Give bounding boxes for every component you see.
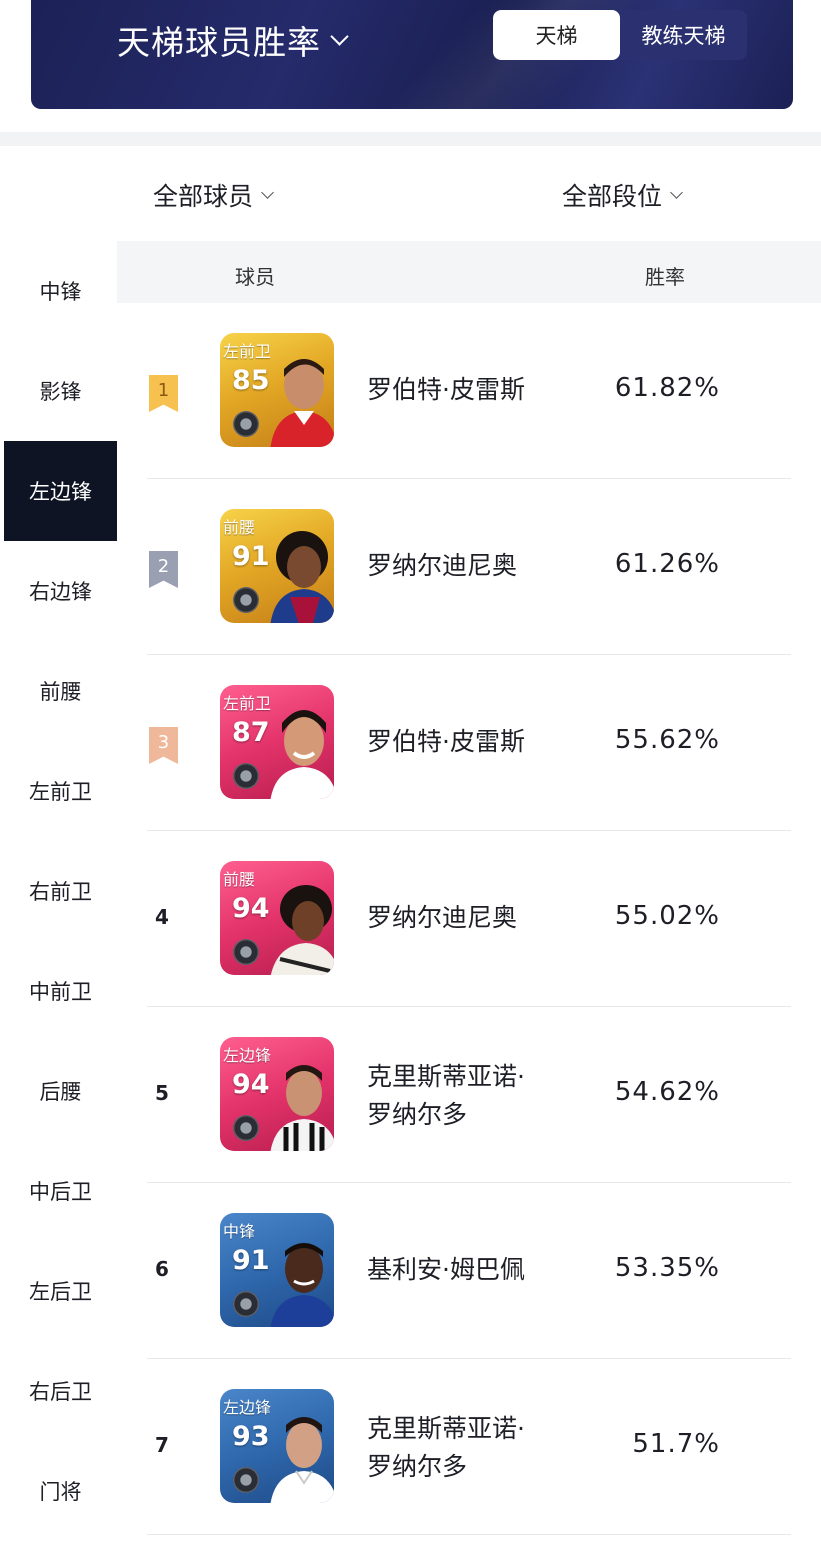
coin-icon: [233, 587, 259, 613]
player-name: 罗纳尔迪尼奥: [367, 899, 517, 937]
card-position: 前腰: [223, 870, 256, 889]
player-name: 克里斯蒂亚诺· 罗纳尔多: [367, 1058, 525, 1134]
rank-number: 6: [155, 1257, 169, 1281]
rank-badge-silver: 2: [149, 551, 178, 588]
sidebar-item-lb[interactable]: 左后卫: [4, 1241, 117, 1341]
rank-badge-gold: 1: [149, 375, 178, 412]
player-portrait: [270, 1417, 334, 1503]
sidebar-item-ss[interactable]: 影锋: [4, 341, 117, 441]
position-sidebar: 中锋 影锋 左边锋 右边锋 前腰 左前卫 右前卫 中前卫 后腰 中后卫 左后卫 …: [4, 241, 117, 1546]
chevron-down-icon: [261, 185, 274, 199]
win-rate: 54.62%: [614, 1077, 720, 1107]
sidebar-item-cb[interactable]: 中后卫: [4, 1141, 117, 1241]
player-portrait: [270, 710, 334, 799]
win-rate: 61.26%: [614, 549, 720, 579]
player-name-line: 罗伯特·皮雷斯: [367, 375, 525, 404]
table-row[interactable]: 7 左边锋 93 克里斯蒂亚诺· 罗纳尔多 51.7%: [147, 1359, 791, 1535]
player-card: 左前卫 87: [220, 685, 334, 799]
player-name-line: 克里斯蒂亚诺·: [367, 1414, 525, 1443]
ladder-segmented-control: 天梯 教练天梯: [493, 10, 747, 60]
table-row[interactable]: 3 左前卫 87 罗伯特·皮雷斯 55.62%: [147, 655, 791, 831]
player-name-line: 罗纳尔迪尼奥: [367, 551, 518, 580]
coin-icon: [233, 939, 259, 965]
card-position: 中锋: [223, 1222, 256, 1241]
sidebar-item-rwf[interactable]: 右边锋: [4, 541, 117, 641]
player-name-line: 克里斯蒂亚诺·: [367, 1062, 525, 1091]
win-rate: 55.62%: [614, 725, 720, 755]
win-rate: 61.82%: [614, 373, 720, 403]
player-portrait: [270, 1065, 334, 1151]
player-card: 前腰 94: [220, 861, 334, 975]
rank-number: 7: [155, 1433, 169, 1457]
sidebar-item-cf[interactable]: 中锋: [4, 241, 117, 341]
sidebar-item-dmf[interactable]: 后腰: [4, 1041, 117, 1141]
player-card: 左前卫 85: [220, 333, 334, 447]
player-name-line: 罗纳尔多: [367, 1452, 468, 1481]
player-card: 前腰 91: [220, 509, 334, 623]
table-row[interactable]: 2 前腰 91 罗纳尔迪尼奥 61.26%: [147, 479, 791, 655]
column-header-win-rate: 胜率: [645, 265, 685, 289]
table-row[interactable]: 4 前腰 94 罗纳尔迪尼奥 55.02%: [147, 831, 791, 1007]
section-divider: [0, 132, 821, 146]
player-name: 罗纳尔迪尼奥: [367, 547, 517, 585]
coin-icon: [233, 1115, 259, 1141]
player-portrait: [270, 359, 334, 447]
sidebar-item-rmf[interactable]: 右前卫: [4, 841, 117, 941]
sidebar-item-lmf[interactable]: 左前卫: [4, 741, 117, 841]
win-rate: 51.7%: [632, 1429, 720, 1459]
player-name: 基利安·姆巴佩: [367, 1251, 525, 1289]
rank-badge-bronze: 3: [149, 727, 178, 764]
table-row[interactable]: 5 左边锋 94 克里斯蒂亚诺· 罗纳尔多 54.62%: [147, 1007, 791, 1183]
chevron-down-icon: [670, 185, 683, 199]
header-banner: 天梯球员胜率 天梯 教练天梯: [31, 0, 793, 109]
table-header: 球员 胜率: [117, 241, 821, 303]
player-portrait: [270, 1243, 334, 1327]
sidebar-item-rb[interactable]: 右后卫: [4, 1341, 117, 1441]
player-card: 左边锋 93: [220, 1389, 334, 1503]
player-name: 罗伯特·皮雷斯: [367, 371, 525, 409]
card-position: 前腰: [223, 518, 256, 537]
sidebar-item-amf[interactable]: 前腰: [4, 641, 117, 741]
player-filter-label: 全部球员: [153, 182, 254, 211]
player-card: 中锋 91: [220, 1213, 334, 1327]
coin-icon: [233, 411, 259, 437]
coin-icon: [233, 1467, 259, 1493]
player-name: 罗伯特·皮雷斯: [367, 723, 525, 761]
win-rate: 53.35%: [614, 1253, 720, 1283]
player-list: 1 左前卫 85 罗伯特·皮雷斯 61.82% 2 前腰 91 罗纳尔迪尼奥 6…: [117, 303, 821, 1546]
table-row[interactable]: 1 左前卫 85 罗伯特·皮雷斯 61.82%: [147, 303, 791, 479]
chevron-down-icon: [330, 26, 349, 46]
win-rate: 55.02%: [614, 901, 720, 931]
sidebar-item-lwf[interactable]: 左边锋: [4, 441, 117, 541]
page-title: 天梯球员胜率: [117, 23, 321, 62]
column-header-player: 球员: [235, 265, 275, 289]
player-portrait: [270, 531, 334, 623]
player-card: 左边锋 94: [220, 1037, 334, 1151]
player-name-line: 罗伯特·皮雷斯: [367, 727, 525, 756]
coin-icon: [233, 1291, 259, 1317]
rank-number: 5: [155, 1081, 169, 1105]
tab-ladder[interactable]: 天梯: [493, 10, 620, 60]
player-name-line: 罗纳尔多: [367, 1100, 468, 1129]
player-name-line: 罗纳尔迪尼奥: [367, 903, 518, 932]
page-title-dropdown[interactable]: 天梯球员胜率: [117, 16, 349, 64]
coin-icon: [233, 763, 259, 789]
sidebar-item-cmf[interactable]: 中前卫: [4, 941, 117, 1041]
tier-filter-label: 全部段位: [562, 182, 663, 211]
tier-filter-dropdown[interactable]: 全部段位: [562, 177, 683, 213]
player-name: 克里斯蒂亚诺· 罗纳尔多: [367, 1410, 525, 1486]
sidebar-item-gk[interactable]: 门将: [4, 1441, 117, 1541]
rank-number: 4: [155, 905, 169, 929]
player-filter-dropdown[interactable]: 全部球员: [153, 177, 274, 213]
player-name-line: 基利安·姆巴佩: [367, 1255, 525, 1284]
table-row[interactable]: 6 中锋 91 基利安·姆巴佩 53.35%: [147, 1183, 791, 1359]
tab-coach-ladder[interactable]: 教练天梯: [620, 10, 747, 60]
player-portrait: [270, 885, 334, 975]
